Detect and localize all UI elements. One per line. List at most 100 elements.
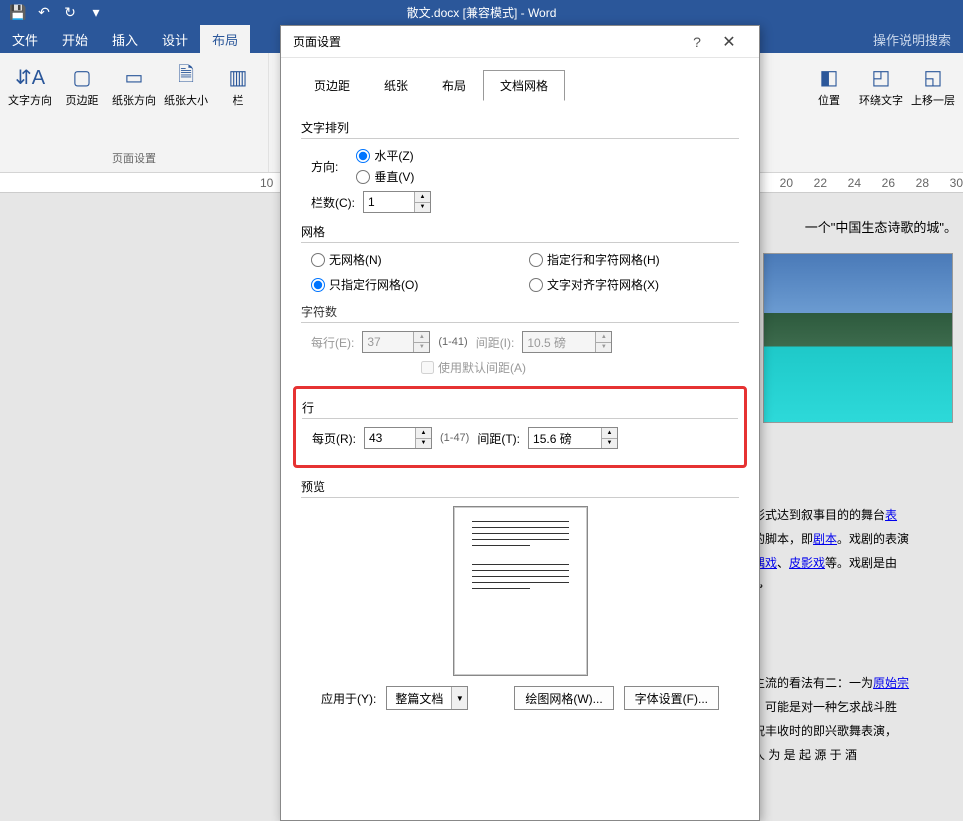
wrap-text-icon: ◰ xyxy=(865,61,897,93)
line-spacing-spinner[interactable]: ▲▼ xyxy=(528,427,618,449)
tab-home[interactable]: 开始 xyxy=(50,25,100,53)
char-spacing-input xyxy=(523,332,595,352)
quick-access-toolbar: 💾 ↶ ↻ ▾ xyxy=(0,2,108,24)
lines-section: 行 每页(R): ▲▼ (1-47) 间距(T): ▲▼ xyxy=(302,399,738,449)
link[interactable]: 皮影戏 xyxy=(789,556,825,570)
text-arrangement-section: 文字排列 方向: 水平(Z) 垂直(V) 栏数(C): ▲▼ xyxy=(301,119,739,213)
spin-down-icon[interactable]: ▼ xyxy=(416,439,431,449)
tab-paper[interactable]: 纸张 xyxy=(367,70,425,101)
ribbon-group-arrange: ◧位置 ◰环绕文字 ◱上移一层 xyxy=(799,53,963,172)
char-spacing-label: 间距(I): xyxy=(476,334,515,351)
spin-up-icon[interactable]: ▲ xyxy=(416,428,431,439)
columns-button[interactable]: ▥栏 xyxy=(214,61,262,108)
orientation-icon: ▭ xyxy=(118,61,150,93)
link[interactable]: 原始宗 xyxy=(873,676,909,690)
per-page-spinner[interactable]: ▲▼ xyxy=(364,427,432,449)
position-icon: ◧ xyxy=(813,61,845,93)
save-icon[interactable]: 💾 xyxy=(6,2,30,24)
margins-icon: ▢ xyxy=(66,61,98,93)
preview-section: 预览 xyxy=(301,478,739,676)
per-line-range: (1-41) xyxy=(438,336,467,348)
lines-section-highlight: 行 每页(R): ▲▼ (1-47) 间距(T): ▲▼ xyxy=(293,386,747,468)
radio-horizontal[interactable]: 水平(Z) xyxy=(356,147,414,164)
spin-down-icon[interactable]: ▼ xyxy=(415,203,430,213)
undo-icon[interactable]: ↶ xyxy=(32,2,56,24)
wrap-text-button[interactable]: ◰环绕文字 xyxy=(857,61,905,108)
per-line-label: 每行(E): xyxy=(311,334,354,351)
per-line-input xyxy=(363,332,413,352)
page-size-icon: 🗎 xyxy=(170,61,202,93)
per-page-label: 每页(R): xyxy=(312,430,356,447)
spin-up-icon[interactable]: ▲ xyxy=(415,192,430,203)
tell-me-search[interactable]: 操作说明搜索 xyxy=(861,25,963,53)
close-icon[interactable]: ✕ xyxy=(711,32,747,52)
tab-layout[interactable]: 布局 xyxy=(200,25,250,53)
spin-down-icon: ▼ xyxy=(414,343,429,353)
position-button[interactable]: ◧位置 xyxy=(805,61,853,108)
bring-forward-button[interactable]: ◱上移一层 xyxy=(909,61,957,108)
link[interactable]: 剧本 xyxy=(813,532,837,546)
per-page-range: (1-47) xyxy=(440,432,469,444)
chevron-down-icon[interactable]: ▼ xyxy=(451,687,467,709)
dialog-titlebar[interactable]: 页面设置 ? ✕ xyxy=(281,26,759,58)
titlebar: 💾 ↶ ↻ ▾ 散文.docx [兼容模式] - Word xyxy=(0,0,963,25)
tab-insert[interactable]: 插入 xyxy=(100,25,150,53)
tab-layout[interactable]: 布局 xyxy=(425,70,483,101)
dialog-title: 页面设置 xyxy=(293,33,683,50)
tab-document-grid[interactable]: 文档网格 xyxy=(483,70,565,101)
grid-section: 网格 无网格(N) 指定行和字符网格(H) 只指定行网格(O) 文字对齐字符网格… xyxy=(301,223,739,293)
page-setup-dialog: 页面设置 ? ✕ 页边距 纸张 布局 文档网格 文字排列 方向: 水平(Z) 垂… xyxy=(280,25,760,821)
use-default-spacing-checkbox xyxy=(421,361,434,374)
spin-up-icon: ▲ xyxy=(414,332,429,343)
spin-down-icon: ▼ xyxy=(596,343,611,353)
link[interactable]: 表 xyxy=(885,508,897,522)
radio-vertical[interactable]: 垂直(V) xyxy=(356,168,414,185)
document-text-block: 形式达到叙事目的的舞台表 的脚本，即剧本。戏剧的表演 偶戏、皮影戏等。戏剧是由 … xyxy=(753,503,963,767)
radio-row-only-grid[interactable]: 只指定行网格(O) xyxy=(311,276,521,293)
apply-to-value: 整篇文档 xyxy=(387,690,451,707)
spin-down-icon[interactable]: ▼ xyxy=(602,439,617,449)
section-legend: 字符数 xyxy=(301,303,739,323)
columns-label: 栏数(C): xyxy=(311,194,355,211)
radio-no-grid[interactable]: 无网格(N) xyxy=(311,251,521,268)
spin-up-icon: ▲ xyxy=(596,332,611,343)
ruler-mark: 10 xyxy=(260,176,273,190)
dialog-tabs: 页边距 纸张 布局 文档网格 xyxy=(281,58,759,101)
ruler-mark: 30 xyxy=(950,176,963,190)
spin-up-icon[interactable]: ▲ xyxy=(602,428,617,439)
text-direction-icon: ⇵A xyxy=(14,61,46,93)
radio-align-char-grid[interactable]: 文字对齐字符网格(X) xyxy=(529,276,739,293)
chars-section: 字符数 每行(E): ▲▼ (1-41) 间距(I): ▲▼ 使用默认间距(A) xyxy=(301,303,739,376)
direction-label: 方向: xyxy=(311,158,338,175)
char-spacing-spinner: ▲▼ xyxy=(522,331,612,353)
text-direction-button[interactable]: ⇵A文字方向 xyxy=(6,61,54,108)
qat-dropdown-icon[interactable]: ▾ xyxy=(84,2,108,24)
ribbon-group-page-setup: ⇵A文字方向 ▢页边距 ▭纸张方向 🗎纸张大小 ▥栏 页面设置 xyxy=(0,53,269,172)
apply-to-combo[interactable]: 整篇文档 ▼ xyxy=(386,686,468,710)
help-icon[interactable]: ? xyxy=(683,34,711,50)
dialog-footer: 应用于(Y): 整篇文档 ▼ 绘图网格(W)... 字体设置(F)... xyxy=(301,686,739,710)
radio-row-char-grid[interactable]: 指定行和字符网格(H) xyxy=(529,251,739,268)
columns-spinner[interactable]: ▲▼ xyxy=(363,191,431,213)
size-button[interactable]: 🗎纸张大小 xyxy=(162,61,210,108)
redo-icon[interactable]: ↻ xyxy=(58,2,82,24)
tab-design[interactable]: 设计 xyxy=(150,25,200,53)
orientation-button[interactable]: ▭纸张方向 xyxy=(110,61,158,108)
per-line-spinner: ▲▼ xyxy=(362,331,430,353)
ruler-mark: 22 xyxy=(814,176,827,190)
document-image[interactable] xyxy=(763,253,953,423)
ruler-mark: 24 xyxy=(848,176,861,190)
tab-margins[interactable]: 页边距 xyxy=(297,70,367,101)
per-page-input[interactable] xyxy=(365,428,415,448)
page-preview xyxy=(453,506,588,676)
ruler-mark: 20 xyxy=(780,176,793,190)
margins-button[interactable]: ▢页边距 xyxy=(58,61,106,108)
drawing-grid-button[interactable]: 绘图网格(W)... xyxy=(514,686,613,710)
line-spacing-label: 间距(T): xyxy=(477,430,520,447)
tab-file[interactable]: 文件 xyxy=(0,25,50,53)
line-spacing-input[interactable] xyxy=(529,428,601,448)
font-settings-button[interactable]: 字体设置(F)... xyxy=(624,686,719,710)
ruler-mark: 28 xyxy=(916,176,929,190)
columns-input[interactable] xyxy=(364,192,414,212)
window-title: 散文.docx [兼容模式] - Word xyxy=(407,4,557,21)
